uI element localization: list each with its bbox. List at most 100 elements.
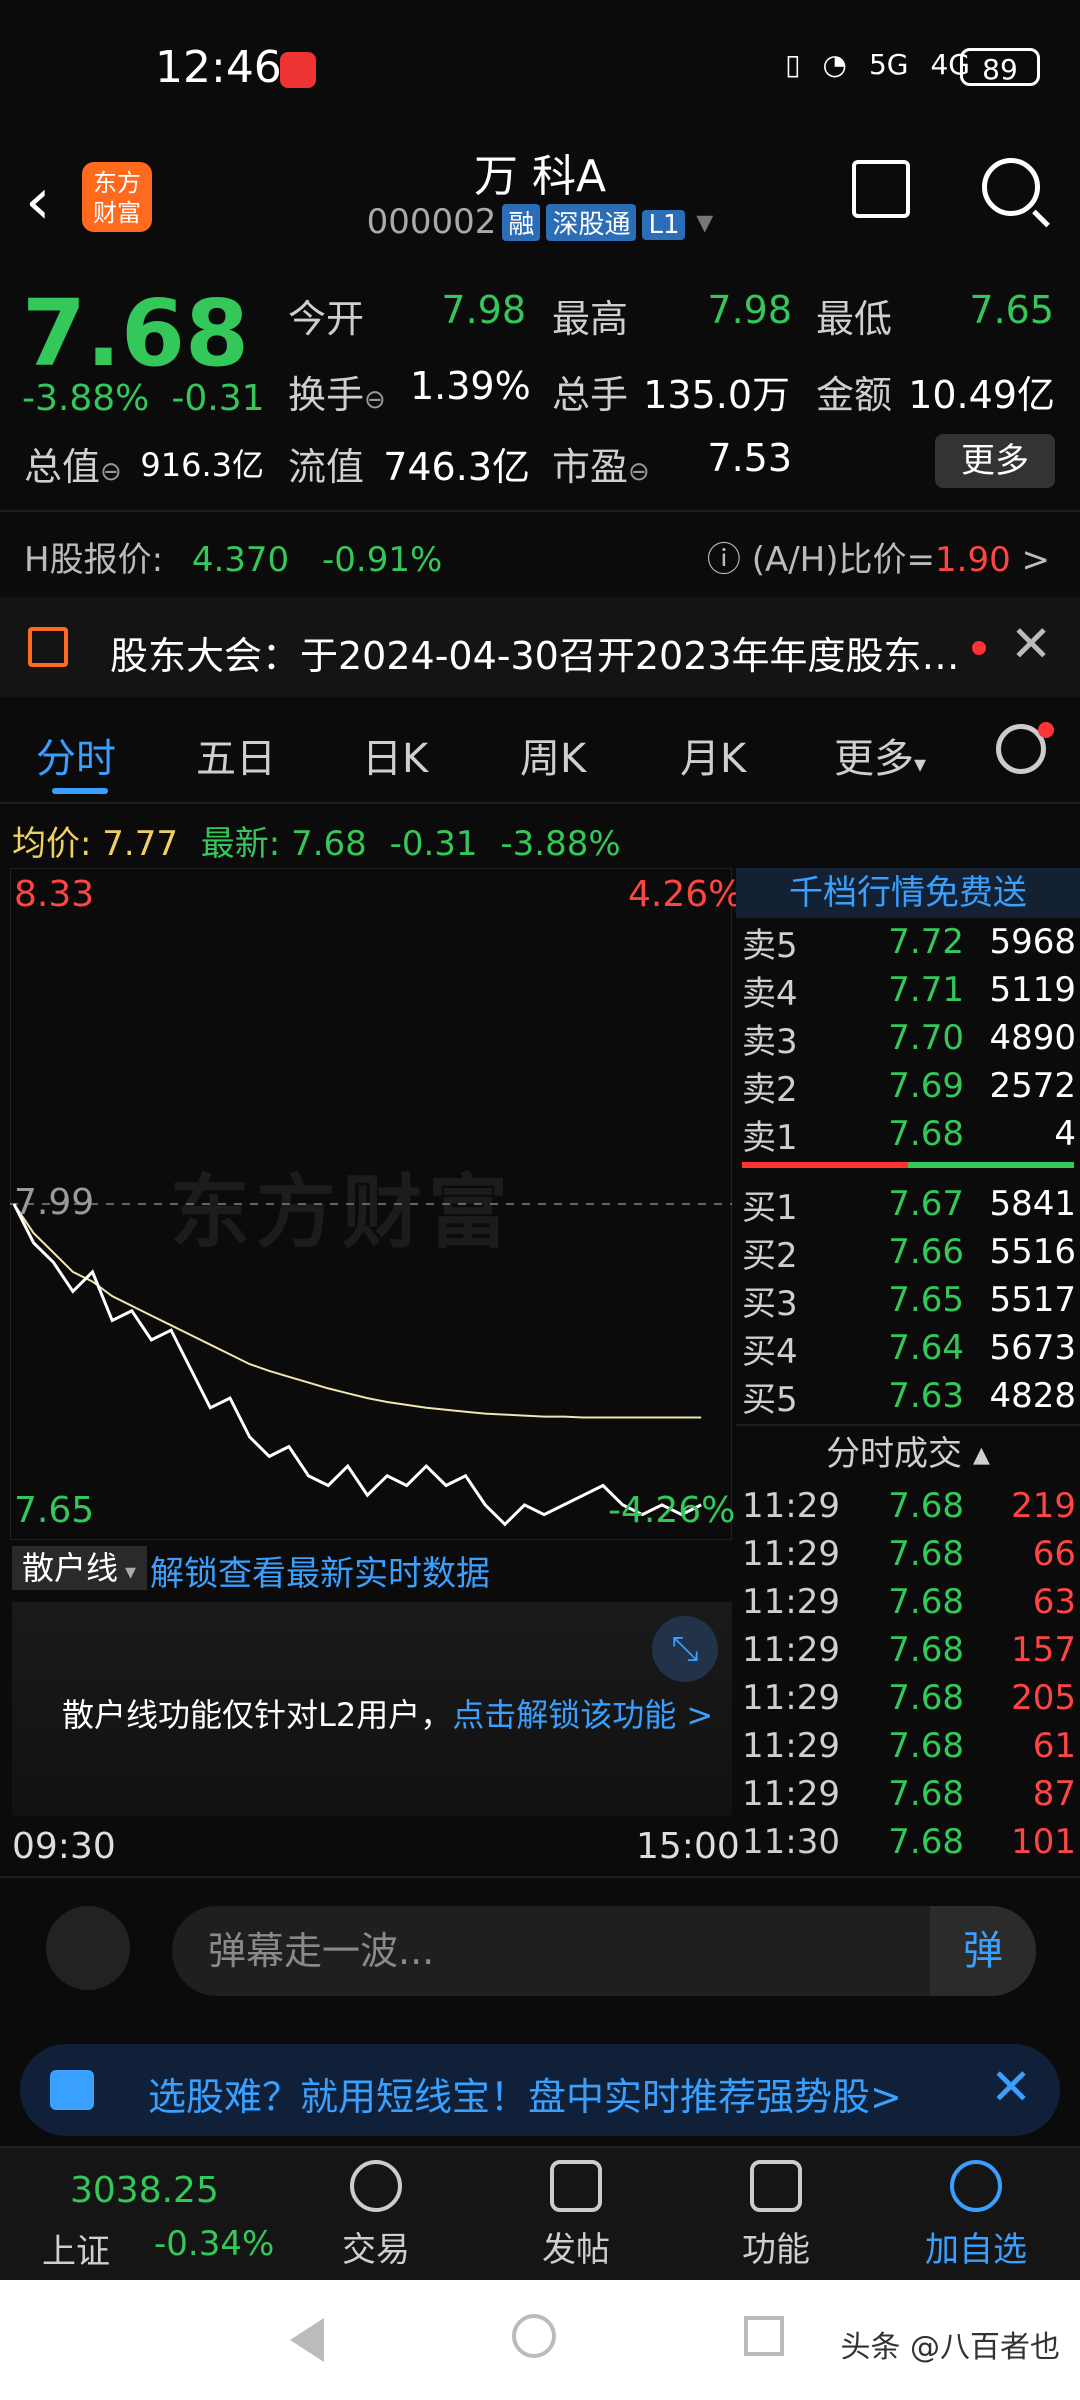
unlock-link[interactable]: 点击解锁该功能 >: [452, 1696, 713, 1734]
buy-row: 买2 7.66 5516: [736, 1228, 1080, 1276]
sell-row: 卖2 7.69 2572: [736, 1062, 1080, 1110]
chevron-down-icon[interactable]: ▾: [696, 202, 713, 242]
price-line: [12, 1203, 702, 1527]
tick-volume: 61: [1032, 1726, 1076, 1766]
index-value[interactable]: 3038.25: [70, 2170, 219, 2211]
tick-row: 11:29 7.68 157: [736, 1626, 1080, 1674]
tick-volume: 101: [1011, 1822, 1076, 1862]
divider: [0, 510, 1080, 512]
tab-daily-k[interactable]: 日K: [362, 726, 428, 784]
tab-intraday[interactable]: 分时: [36, 726, 116, 784]
sell-volume: 5968: [989, 922, 1076, 962]
y-mid-label: 7.99: [14, 1182, 95, 1223]
unlock-realtime-link[interactable]: 解锁查看最新实时数据: [150, 1546, 490, 1595]
tick-label: 11:29: [742, 1678, 840, 1718]
mcap-value: 916.3亿: [140, 446, 264, 484]
retail-line-selector[interactable]: 散户线 ▾: [12, 1546, 147, 1590]
sell-levels: 卖5 7.72 5968 卖4 7.71 5119 卖3 7.70 4890 卖2 7.69 2572…: [736, 918, 1080, 1158]
bid-ask-divider: [742, 1162, 1074, 1168]
sell-label: 卖1: [742, 1117, 798, 1158]
sell-volume: 4: [1054, 1114, 1076, 1154]
tab-monthly-k[interactable]: 月K: [680, 726, 746, 784]
x-start-label: 09:30: [12, 1826, 116, 1867]
tick-volume: 205: [1011, 1678, 1076, 1718]
sell-label: 卖4: [742, 973, 798, 1014]
tab-more[interactable]: 更多▾: [834, 726, 926, 784]
back-nav-icon[interactable]: [290, 2318, 324, 2362]
search-icon[interactable]: [982, 158, 1040, 216]
amount-label: 金额: [816, 373, 893, 417]
sell-price: 7.68: [888, 1114, 964, 1154]
h-share-row[interactable]: H股报价: 4.370 -0.91%: [24, 532, 442, 581]
app-badge-icon: [280, 52, 316, 88]
system-nav-bar: 头条 @八百者也: [0, 2280, 1080, 2400]
tick-label: 11:29: [742, 1486, 840, 1526]
tick-label: 11:29: [742, 1630, 840, 1670]
sell-label: 卖3: [742, 1021, 798, 1062]
tick-volume: 219: [1011, 1486, 1076, 1526]
nav-trade[interactable]: 交易: [306, 2160, 446, 2271]
more-button[interactable]: 更多: [935, 434, 1055, 488]
danmaku-input[interactable]: 弹幕走一波...: [172, 1906, 1036, 1996]
sell-label: 卖5: [742, 925, 798, 966]
buy-price: 7.65: [888, 1280, 964, 1320]
buy-label: 买1: [742, 1187, 798, 1228]
order-book: 千档行情免费送 卖5 7.72 5968 卖4 7.71 5119 卖3 7.70 4890 卖2…: [736, 868, 1080, 1866]
buy-price: 7.67: [888, 1184, 964, 1224]
share-icon[interactable]: [852, 160, 910, 218]
tag-margin: 融: [502, 204, 541, 241]
index-change[interactable]: -0.34%: [154, 2224, 274, 2264]
stock-code-row: 000002 融深股通 L1 ▾: [0, 202, 1080, 242]
close-icon[interactable]: ✕: [990, 2058, 1032, 2116]
nav-functions[interactable]: 功能: [706, 2160, 846, 2271]
tab-five-day[interactable]: 五日: [196, 726, 276, 784]
danmaku-settings-icon[interactable]: [46, 1906, 130, 1990]
buy-row: 买1 7.67 5841: [736, 1180, 1080, 1228]
ticks-header[interactable]: 分时成交 ▴: [736, 1424, 1080, 1482]
avg-line-legend: 均价: 7.77 最新: 7.68 -0.31 -3.88%: [12, 824, 621, 864]
nav-add-watchlist[interactable]: 加自选: [906, 2160, 1046, 2271]
index-name[interactable]: 上证: [42, 2224, 110, 2273]
tick-volume: 87: [1032, 1774, 1076, 1814]
tab-weekly-k[interactable]: 周K: [520, 726, 586, 784]
wifi-icon: ◔: [822, 48, 847, 81]
buy-label: 买5: [742, 1379, 798, 1420]
turnover-label: 换手⊖: [288, 373, 386, 417]
nav-post[interactable]: 发帖: [506, 2160, 646, 2271]
low-label: 最低: [816, 297, 893, 341]
promo-banner[interactable]: 选股难？就用短线宝！盘中实时推荐强势股> ✕: [20, 2044, 1060, 2136]
edit-icon: [550, 2160, 602, 2212]
sell-price: 7.72: [888, 922, 964, 962]
home-nav-icon[interactable]: [512, 2314, 556, 2358]
battery-icon: 89: [960, 48, 1040, 86]
h-share-pct: -0.91%: [322, 540, 443, 580]
plus-icon: [950, 2160, 1002, 2212]
stock-name: 万 科A: [473, 151, 607, 202]
amount-value: 10.49亿: [908, 373, 1055, 417]
ah-ratio[interactable]: ⓘ (A/H)比价=1.90 >: [707, 532, 1050, 581]
order-book-promo[interactable]: 千档行情免费送: [736, 868, 1080, 918]
float-value: 746.3亿: [383, 445, 530, 489]
sell-price: 7.71: [888, 970, 964, 1010]
tick-label: 11:29: [742, 1726, 840, 1766]
intraday-chart[interactable]: [10, 868, 732, 1540]
high-label: 最高: [552, 297, 629, 341]
status-icons: ▯ ◔ 5G 4G: [785, 48, 970, 81]
tag-connect: 深股通: [546, 204, 637, 241]
tick-row: 11:29 7.68 87: [736, 1770, 1080, 1818]
tick-list[interactable]: 11:29 7.68 219 11:29 7.68 66 11:29 7.68 63 11:29 7…: [736, 1482, 1080, 1866]
expand-icon[interactable]: ⤡: [652, 1616, 718, 1682]
tag-level[interactable]: L1: [642, 210, 686, 240]
danmaku-send-button[interactable]: 弹: [930, 1906, 1036, 1996]
buy-row: 买4 7.64 5673: [736, 1324, 1080, 1372]
close-icon[interactable]: ✕: [1010, 615, 1052, 673]
low-value: 7.65: [969, 288, 1054, 332]
recents-nav-icon[interactable]: [744, 2316, 784, 2356]
pct-min-label: -4.26%: [608, 1490, 736, 1531]
open-label: 今开: [288, 297, 365, 341]
notice-bar[interactable]: 股东大会：于2024-04-30召开2023年年度股东… ✕: [0, 597, 1080, 697]
avg-price-line: [13, 1203, 702, 1419]
divider: [0, 1876, 1080, 1878]
price-change: -3.88% -0.31: [22, 378, 287, 419]
sell-row: 卖4 7.71 5119: [736, 966, 1080, 1014]
